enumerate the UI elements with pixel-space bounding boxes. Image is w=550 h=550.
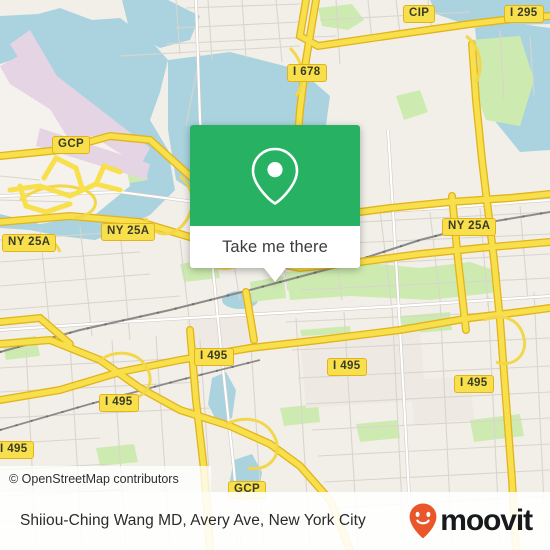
moovit-logo[interactable]: moovit — [408, 502, 533, 540]
road-shield-i495-1: I 495 — [194, 348, 234, 366]
card-pin-area — [190, 125, 360, 226]
card-action-area[interactable]: Take me there — [190, 226, 360, 268]
road-shield-i495-3: I 495 — [454, 375, 494, 393]
road-shield-gcp-1: GCP — [52, 136, 91, 154]
attribution-text: © OpenStreetMap contributors — [9, 472, 179, 486]
road-shield-i495-5: I 495 — [0, 441, 34, 459]
road-shield-cip-1: CIP — [403, 5, 436, 23]
footer-bar: Shiiou-Ching Wang MD, Avery Ave, New Yor… — [0, 492, 550, 550]
road-shield-ny25a-3: NY 25A — [442, 218, 497, 236]
moovit-wordmark: moovit — [440, 504, 533, 537]
road-shield-ny25a-2: NY 25A — [2, 234, 57, 252]
take-me-there-label: Take me there — [222, 237, 328, 256]
take-me-there-card[interactable]: Take me there — [190, 125, 360, 282]
road-shield-ny25a-1: NY 25A — [101, 223, 156, 241]
screenshot-root: CIP I 295 I 678 GCP NY 25A NY 25A NY 25A… — [0, 0, 550, 550]
moovit-smiley-pin-icon — [409, 503, 437, 539]
road-shield-i495-4: I 495 — [99, 394, 139, 412]
location-title: Shiiou-Ching Wang MD, Avery Ave, New Yor… — [20, 512, 366, 529]
location-pin-icon — [251, 147, 299, 205]
card-pointer-tail — [264, 268, 286, 282]
road-shield-i295: I 295 — [504, 5, 544, 23]
road-shield-i678: I 678 — [287, 64, 327, 82]
map-attribution[interactable]: © OpenStreetMap contributors — [0, 466, 211, 492]
road-shield-i495-2: I 495 — [327, 358, 367, 376]
